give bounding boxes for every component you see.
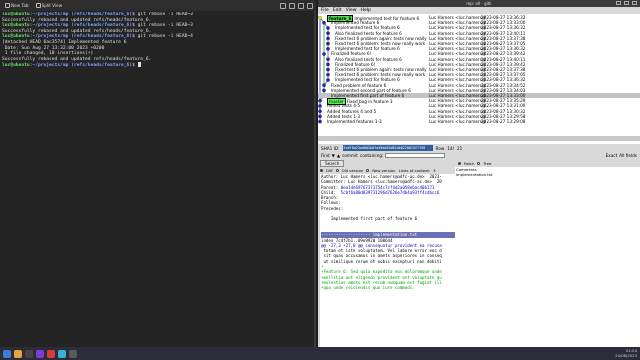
command-text: $ git rebase -i HEAD~4 [132, 34, 193, 40]
command-text: $ git rebase -i HEAD~3 [132, 12, 193, 17]
commit-history-list[interactable]: feature_6 Implemented test for feature 6L… [318, 14, 640, 144]
terminal-toolbar: New Tab Split View [0, 0, 316, 11]
gitk-task-icon[interactable] [69, 349, 77, 358]
prompt-user: luc@ [2, 34, 14, 40]
new-version-radio[interactable] [366, 169, 370, 172]
prompt-path: ~/projects/mp [32, 63, 69, 69]
prompt-host: ubuntu [13, 34, 30, 40]
sha-field[interactable]: 5c6f8a23ad8d2b0fa49da55d81db8220615f7190 [342, 145, 433, 151]
sha-bar: SHA1 ID: 5c6f8a23ad8d2b0fa49da55d81db822… [318, 144, 640, 152]
sha-label: SHA1 ID: [321, 145, 340, 151]
clock[interactable]: 01:04 24/08/2023 [615, 348, 637, 358]
prompt-host: ubuntu [13, 12, 30, 17]
taskbar: 01:04 24/08/2023 [0, 347, 640, 360]
menu-file[interactable]: File [321, 8, 329, 13]
prompt-host: ubuntu [13, 63, 30, 69]
row-value: 14/ [447, 145, 455, 151]
close-icon[interactable] [632, 1, 637, 5]
commit-row[interactable]: Implemented features 1-3 Luc Hamers <luc.… [318, 119, 640, 124]
split-view-button[interactable]: Split View [34, 2, 65, 10]
patch-radio[interactable] [458, 161, 461, 165]
output-text: Successfully rebased and updated refs/he… [2, 17, 152, 23]
prompt-branch: (refs/heads/feature_6) [68, 23, 133, 29]
commit-date: 2023-08-27 13:29:08 [481, 119, 526, 124]
find-up-icon[interactable]: ▲ [337, 153, 340, 158]
prompt-path: ~/projects/mp [32, 12, 69, 17]
menu-edit[interactable]: Edit [333, 8, 342, 13]
parent-sha-link[interactable]: 8ea14e69767373754c7cf4d2a058e6ac40b171 [341, 185, 435, 190]
commit-subject-text: Implemented features 1-3 [327, 119, 382, 124]
find-fields-select[interactable]: All fields [619, 153, 637, 158]
gitk-window: mp: all - gitk File Edit View Help feature_… [318, 0, 640, 347]
find-icon[interactable] [298, 2, 304, 9]
settings-icon[interactable] [58, 349, 66, 358]
changed-files-list[interactable]: Comments implementation.txt [455, 167, 640, 347]
child-sha-link[interactable]: 5cbf6a80d839731296d7626e7db4a93ff4cdbcc6 [341, 190, 440, 195]
tree-radio[interactable] [477, 161, 481, 165]
find-input[interactable] [385, 153, 446, 158]
prompt-branch: (refs/heads/feature_6) [68, 12, 133, 17]
find-label: Find [321, 153, 330, 158]
window-titlebar: mp: all - gitk [318, 0, 640, 7]
search-button[interactable]: Search [320, 159, 345, 167]
prompt-user: luc@ [2, 12, 14, 17]
split-view-icon [35, 3, 41, 8]
row-label: Row [435, 145, 445, 151]
command-text: $ git rebase -i HEAD~3 [132, 23, 193, 29]
menu-help[interactable]: Help [361, 8, 371, 13]
apps-icon[interactable] [3, 349, 11, 358]
terminal-line: luc@ubuntu:~/projects/mp (refs/heads/fea… [2, 62, 314, 69]
minimize-icon[interactable] [616, 1, 621, 5]
patch-tree-options: Patch Tree [455, 159, 640, 167]
window-title: mp: all - gitk [466, 1, 492, 6]
commit-author: Luc Hamers <luc.hamers@ [429, 119, 487, 124]
parent-label: Parent: [321, 184, 341, 190]
commit-subject: Implemented features 1-3 [327, 119, 382, 124]
terminal-window[interactable]: New Tab Split View luc@ubuntu:~/projects… [0, 0, 316, 347]
prompt-branch: (refs/heads/feature_6) [68, 63, 133, 69]
menu-icon[interactable] [307, 2, 313, 9]
lines-of-context-value[interactable]: 3 [433, 168, 435, 173]
find-mode-select[interactable]: commit [342, 153, 358, 158]
diff-radio[interactable] [320, 169, 323, 172]
browser-icon[interactable] [47, 349, 55, 358]
output-text: Date: Sun Aug 27 13:32:00 2023 +0200 [2, 45, 105, 51]
find-exact-select[interactable]: Exact [606, 153, 618, 158]
maximize-icon[interactable] [624, 1, 629, 5]
menu-view[interactable]: View [346, 8, 357, 13]
prompt-host: ubuntu [13, 23, 30, 29]
prompt-user: luc@ [2, 23, 14, 29]
copy-icon[interactable] [280, 2, 286, 9]
menubar: File Edit View Help [318, 7, 640, 14]
child-label: Child: [321, 189, 341, 195]
editor-icon[interactable] [36, 349, 44, 358]
row-total: 21 [457, 145, 463, 151]
cursor [137, 62, 141, 68]
prompt-user: luc@ [2, 63, 14, 69]
output-text: Successfully rebased and updated refs/he… [2, 56, 152, 62]
lines-of-context-label: Lines of context: [398, 168, 431, 173]
output-text: [detached HEAD 6ac3574] Implemented feat… [2, 39, 127, 45]
files-icon[interactable] [14, 349, 22, 358]
clock-date: 24/08/2023 [615, 352, 637, 358]
prompt-path: ~/projects/mp [32, 34, 69, 40]
output-text: 1 file changed, 10 insertions(+) [2, 51, 94, 57]
terminal-icon[interactable] [25, 349, 33, 358]
history-scrollbar[interactable] [318, 136, 640, 141]
file-entry[interactable]: implementation.txt [456, 172, 640, 177]
files-pane: Patch Tree Comments implementation.txt [455, 159, 640, 347]
terminal-output[interactable]: luc@ubuntu:~/projects/mp (refs/heads/fea… [2, 12, 314, 69]
new-tab-icon [5, 3, 10, 8]
new-tab-button[interactable]: New Tab [3, 2, 31, 10]
prompt-branch: (refs/heads/feature_6) [68, 34, 133, 40]
prompt-path: ~/projects/mp [32, 23, 69, 29]
paste-icon[interactable] [289, 2, 295, 9]
find-down-icon[interactable]: ▼ [332, 153, 335, 158]
find-bar: Find ▼ ▲ commit containing: Exact All fi… [318, 152, 640, 159]
find-containing-label: containing: [359, 153, 384, 158]
old-version-radio[interactable] [335, 169, 339, 172]
